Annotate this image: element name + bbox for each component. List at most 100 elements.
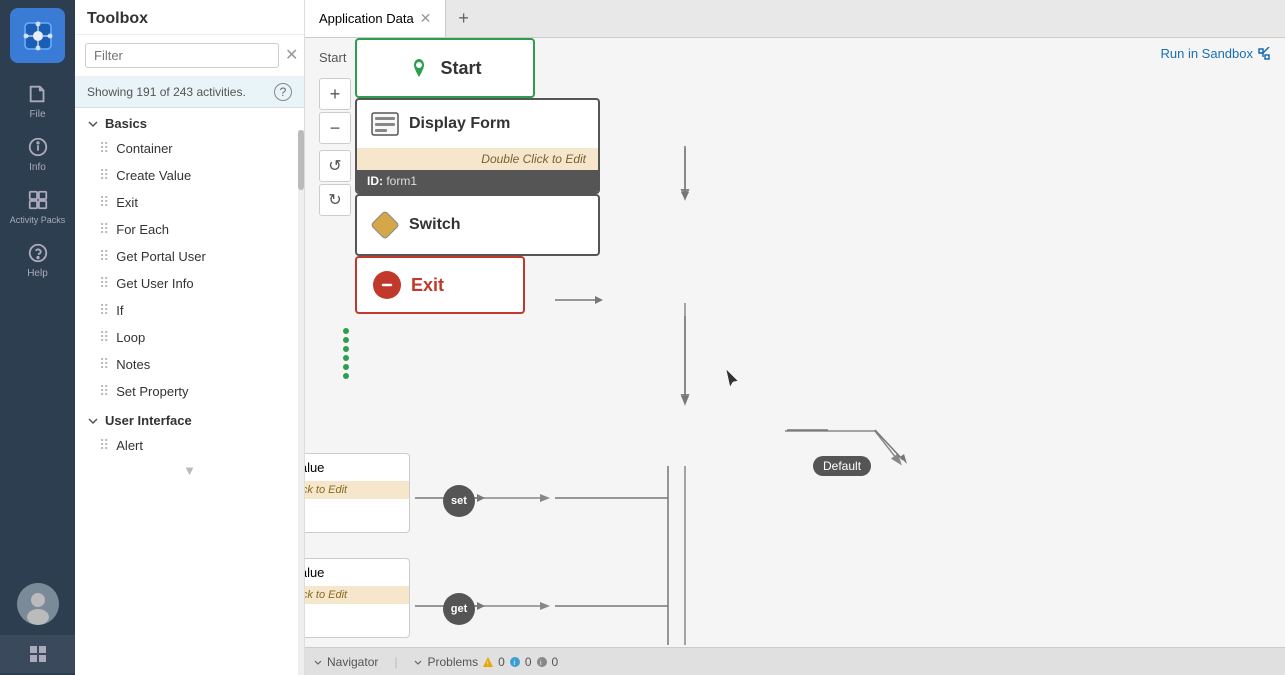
sidebar-help-label: Help [27, 268, 48, 279]
toolbox-item-container[interactable]: ⠿ Container [75, 135, 304, 162]
drag-handle: ⠿ [99, 356, 108, 373]
toolbox-item-set-property[interactable]: ⠿ Set Property [75, 378, 304, 405]
problems-section[interactable]: Problems ! 0 i 0 i 0 [413, 655, 558, 669]
section-ui-label: User Interface [105, 413, 192, 428]
tab-add-button[interactable]: + [446, 8, 481, 29]
toolbox-list: Basics ⠿ Container ⠿ Create Value ⠿ Exit… [75, 108, 304, 675]
item-label: If [116, 303, 123, 318]
toolbox-item-get-portal-user[interactable]: ⠿ Get Portal User [75, 243, 304, 270]
ok-count: 0 [552, 655, 559, 669]
scroll-down-indicator: ▼ [75, 459, 304, 482]
sidebar-item-info[interactable]: Info [0, 128, 75, 181]
toolbox-item-get-user-info[interactable]: ⠿ Get User Info [75, 270, 304, 297]
display-form-label: Display Form [409, 115, 510, 133]
section-basics[interactable]: Basics [75, 108, 304, 135]
toolbox-item-if[interactable]: ⠿ If [75, 297, 304, 324]
sidebar-item-file[interactable]: File [0, 75, 75, 128]
item-label: Container [116, 141, 172, 156]
drag-handle: ⠿ [99, 140, 108, 157]
status-bar: Navigator | Problems ! 0 i 0 i 0 [305, 647, 1285, 675]
item-label: For Each [116, 222, 169, 237]
switch-node-label: Switch [409, 216, 461, 234]
sidebar-file-label: File [29, 109, 45, 120]
warning-count: 0 [498, 655, 505, 669]
drag-handle: ⠿ [99, 167, 108, 184]
badge-set: set [443, 485, 475, 517]
toolbox-panel: Toolbox ✕ ↕ Showing 191 of 243 activitie… [75, 0, 305, 675]
toolbox-item-notes[interactable]: ⠿ Notes [75, 351, 304, 378]
value-node-get[interactable]: ...alue Click to Edit [305, 558, 410, 638]
tab-application-data[interactable]: Application Data ✕ [305, 0, 446, 37]
canvas-controls: + − [319, 78, 351, 144]
item-label: Alert [116, 438, 143, 453]
switch-node[interactable]: Switch [355, 194, 600, 256]
tab-close-button[interactable]: ✕ [420, 10, 432, 27]
canvas-area: Start Run in Sandbox + − ↺ ↻ [305, 38, 1285, 675]
toolbox-filter-input[interactable] [85, 43, 279, 68]
app-logo [10, 8, 65, 63]
navigator-section[interactable]: Navigator [313, 655, 378, 669]
value-set-title: ...alue [305, 454, 409, 481]
section-basics-label: Basics [105, 116, 147, 131]
main-area: Application Data ✕ + Start Run in Sandbo… [305, 0, 1285, 675]
item-label: Loop [116, 330, 145, 345]
start-node-label: Start [440, 58, 481, 79]
value-get-title: ...alue [305, 559, 409, 586]
drag-handle: ⠿ [99, 437, 108, 454]
navigator-label: Navigator [327, 655, 378, 669]
tab-label: Application Data [319, 11, 414, 26]
drag-handle: ⠿ [99, 302, 108, 319]
display-form-id: ID: form1 [357, 170, 598, 192]
canvas-breadcrumb: Start [319, 50, 346, 65]
diagram: Start Display Form Double Click to Edit [355, 38, 1285, 645]
display-form-edit-hint: Double Click to Edit [357, 148, 598, 170]
toolbox-item-exit[interactable]: ⠿ Exit [75, 189, 304, 216]
undo-button[interactable]: ↺ [319, 150, 351, 182]
exit-icon [373, 271, 401, 299]
grid-toggle[interactable] [0, 635, 75, 673]
sidebar-item-help[interactable]: Help [0, 234, 75, 287]
toolbox-item-for-each[interactable]: ⠿ For Each [75, 216, 304, 243]
zoom-in-button[interactable]: + [319, 78, 351, 110]
cursor-indicator [725, 368, 737, 386]
section-user-interface[interactable]: User Interface [75, 405, 304, 432]
sidebar-item-activity-packs[interactable]: Activity Packs [0, 181, 75, 234]
item-label: Create Value [116, 168, 191, 183]
item-label: Get Portal User [116, 249, 206, 264]
zoom-out-button[interactable]: − [319, 112, 351, 144]
exit-node[interactable]: Exit [355, 256, 525, 314]
toolbox-item-loop[interactable]: ⠿ Loop [75, 324, 304, 351]
user-avatar[interactable] [17, 583, 59, 625]
sidebar: File Info Activity Packs Help [0, 0, 75, 675]
value-node-set[interactable]: ...alue Click to Edit [305, 453, 410, 533]
drag-handle: ⠿ [99, 248, 108, 265]
redo-button[interactable]: ↻ [319, 184, 351, 216]
item-label: Set Property [116, 384, 188, 399]
scroll-thumb[interactable] [298, 130, 304, 190]
undo-redo-controls: ↺ ↻ [319, 150, 351, 216]
help-icon[interactable]: ? [274, 83, 292, 101]
toolbox-item-create-value[interactable]: ⠿ Create Value [75, 162, 304, 189]
item-label: Exit [116, 195, 138, 210]
toolbox-item-alert[interactable]: ⠿ Alert [75, 432, 304, 459]
drag-handle: ⠿ [99, 329, 108, 346]
badge-get: get [443, 593, 475, 625]
drag-handle: ⠿ [99, 221, 108, 238]
drag-handle: ⠿ [99, 383, 108, 400]
display-form-node[interactable]: Display Form Double Click to Edit ID: fo… [355, 98, 600, 194]
start-node[interactable]: Start [355, 38, 535, 98]
sidebar-activity-packs-label: Activity Packs [10, 215, 66, 226]
problems-label: Problems [427, 655, 478, 669]
value-set-edit-hint[interactable]: Click to Edit [305, 481, 409, 499]
info-count: 0 [525, 655, 532, 669]
value-get-edit-hint[interactable]: Click to Edit [305, 586, 409, 604]
scroll-track [298, 130, 304, 675]
exit-node-label: Exit [411, 275, 444, 296]
item-label: Get User Info [116, 276, 193, 291]
item-label: Notes [116, 357, 150, 372]
toolbox-count: Showing 191 of 243 activities. ? [75, 77, 304, 108]
tab-bar: Application Data ✕ + [305, 0, 1285, 38]
drag-handle: ⠿ [99, 194, 108, 211]
sidebar-info-label: Info [29, 162, 46, 173]
filter-clear-icon[interactable]: ✕ [285, 48, 298, 64]
